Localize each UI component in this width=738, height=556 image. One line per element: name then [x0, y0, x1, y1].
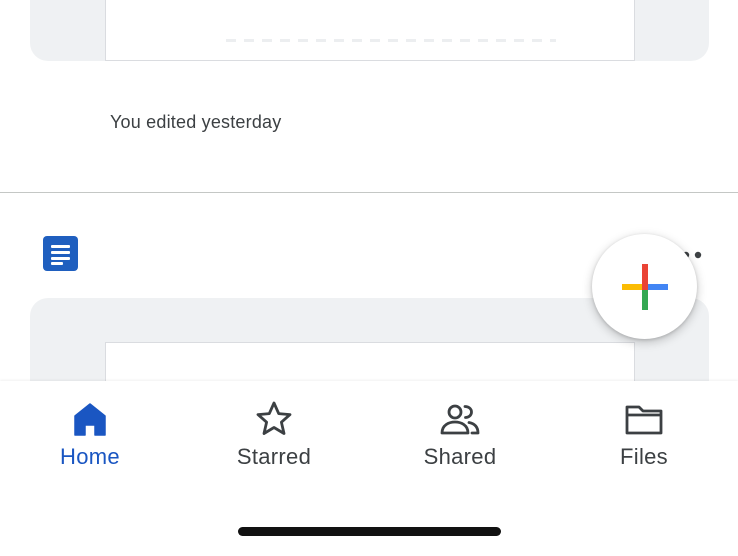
new-file-fab-button[interactable] — [592, 234, 697, 339]
nav-label-shared: Shared — [423, 444, 497, 469]
nav-label-starred: Starred — [236, 444, 312, 469]
document-preview-page — [105, 0, 635, 61]
home-icon — [74, 403, 106, 436]
shared-people-icon — [440, 404, 480, 435]
folder-icon — [625, 405, 663, 435]
document-preview-text — [226, 39, 556, 42]
docs-icon — [43, 236, 78, 271]
file-activity-text: You edited yesterday — [110, 112, 282, 132]
nav-label-home: Home — [60, 444, 120, 469]
home-indicator-bar[interactable] — [238, 527, 501, 536]
nav-label-files: Files — [620, 444, 668, 469]
star-icon — [256, 401, 292, 435]
list-divider — [0, 192, 738, 193]
nav-item-shared[interactable]: Shared — [390, 399, 530, 479]
nav-item-files[interactable]: Files — [574, 399, 714, 479]
bottom-navigation-bar: Home Starred Shared Files — [0, 381, 738, 556]
nav-item-home[interactable]: Home — [20, 399, 160, 479]
nav-item-starred[interactable]: Starred — [204, 399, 344, 479]
plus-multicolor-icon — [622, 264, 668, 310]
file-thumbnail[interactable] — [30, 0, 709, 61]
